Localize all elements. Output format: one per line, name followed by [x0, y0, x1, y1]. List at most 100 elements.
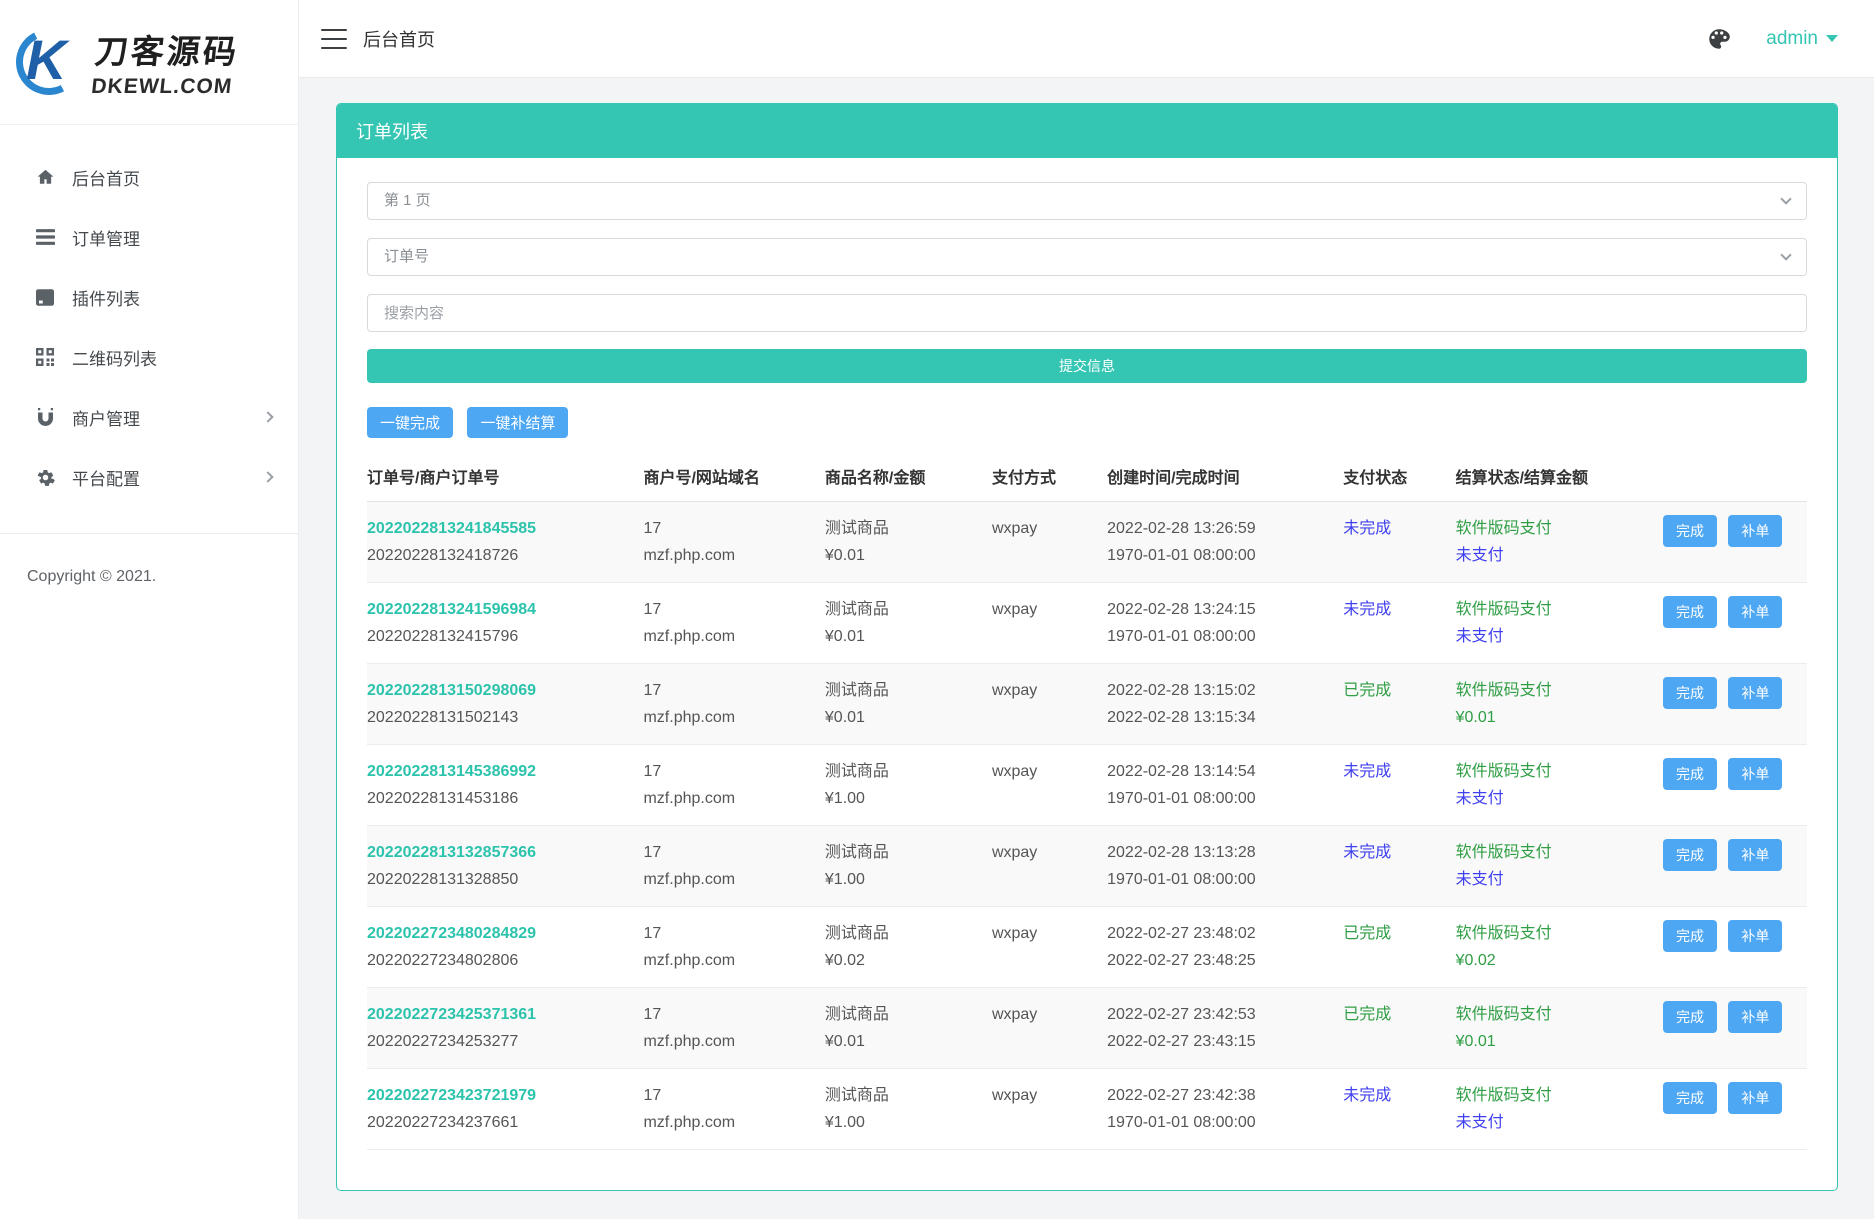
- bulk-settle-button[interactable]: 一键补结算: [467, 407, 568, 438]
- supplement-order-button[interactable]: 补单: [1728, 758, 1782, 790]
- supplement-order-button[interactable]: 补单: [1728, 1001, 1782, 1033]
- orders-table: 订单号/商户订单号 商户号/网站域名 商品名称/金额 支付方式 创建时间/完成时…: [367, 452, 1807, 1150]
- order-list-panel: 订单列表 第 1 页 订单号 提交信息 一键完成 一键补结算: [336, 103, 1838, 1191]
- brand-domain: DKEWL.COM: [90, 75, 237, 99]
- col-order-number: 订单号/商户订单号: [367, 452, 643, 502]
- completed-time: 1970-01-01 08:00:00: [1107, 785, 1337, 812]
- col-pay-status: 支付状态: [1343, 452, 1455, 502]
- order-number-link[interactable]: 2022022813241845585: [367, 515, 637, 542]
- settle-channel: 软件版码支付: [1456, 920, 1657, 947]
- username: admin: [1766, 28, 1818, 50]
- table-row: 2022022723425371361 20220227234253277 17…: [367, 988, 1807, 1069]
- settle-amount: ¥0.02: [1456, 947, 1657, 974]
- sidebar-item-label: 商户管理: [72, 405, 140, 430]
- breadcrumb: 后台首页: [363, 26, 435, 52]
- search-field-select[interactable]: 订单号: [367, 238, 1807, 276]
- brand-logo-letter: K: [26, 27, 66, 92]
- table-row: 2022022813241845585 20220228132418726 17…: [367, 502, 1807, 583]
- order-number-link[interactable]: 2022022723480284829: [367, 920, 637, 947]
- complete-button[interactable]: 完成: [1663, 1082, 1717, 1114]
- brand-logo[interactable]: K 刀客源码 DKEWL.COM: [0, 0, 298, 125]
- complete-button[interactable]: 完成: [1663, 839, 1717, 871]
- complete-button[interactable]: 完成: [1663, 1001, 1717, 1033]
- complete-button[interactable]: 完成: [1663, 677, 1717, 709]
- pay-status: 未完成: [1343, 758, 1449, 785]
- sidebar-item-label: 订单管理: [72, 225, 140, 250]
- sidebar-toggle-icon[interactable]: [321, 29, 347, 49]
- merchant-id: 17: [643, 596, 818, 623]
- order-number-link[interactable]: 2022022813241596984: [367, 596, 637, 623]
- completed-time: 1970-01-01 08:00:00: [1107, 623, 1337, 650]
- supplement-order-button[interactable]: 补单: [1728, 920, 1782, 952]
- brand-text: 刀客源码 DKEWL.COM: [90, 25, 242, 99]
- theme-palette-icon[interactable]: [1704, 24, 1734, 54]
- product-name: 测试商品: [825, 839, 986, 866]
- sidebar-item-home[interactable]: 后台首页: [0, 147, 298, 207]
- site-domain: mzf.php.com: [643, 623, 818, 650]
- main-content: 订单列表 第 1 页 订单号 提交信息 一键完成 一键补结算: [299, 78, 1874, 1219]
- settle-amount: 未支付: [1456, 623, 1657, 650]
- site-domain: mzf.php.com: [643, 1028, 818, 1055]
- col-merchant: 商户号/网站域名: [643, 452, 824, 502]
- supplement-order-button[interactable]: 补单: [1728, 515, 1782, 547]
- order-number-link[interactable]: 2022022813132857366: [367, 839, 637, 866]
- complete-button[interactable]: 完成: [1663, 515, 1717, 547]
- bulk-complete-button[interactable]: 一键完成: [367, 407, 453, 438]
- table-row: 2022022813132857366 20220228131328850 17…: [367, 826, 1807, 907]
- supplement-order-button[interactable]: 补单: [1728, 677, 1782, 709]
- col-settle-status: 结算状态/结算金额: [1456, 452, 1663, 502]
- complete-button[interactable]: 完成: [1663, 596, 1717, 628]
- merchant-order-number: 20220228131328850: [367, 866, 637, 893]
- complete-button[interactable]: 完成: [1663, 920, 1717, 952]
- gear-icon: [33, 467, 57, 487]
- sidebar-item-plugins[interactable]: 插件列表: [0, 267, 298, 327]
- order-amount: ¥0.02: [825, 947, 986, 974]
- hdd-icon: [33, 287, 57, 307]
- complete-button[interactable]: 完成: [1663, 758, 1717, 790]
- list-icon: [33, 227, 57, 247]
- completed-time: 2022-02-27 23:48:25: [1107, 947, 1337, 974]
- settle-amount: ¥0.01: [1456, 1028, 1657, 1055]
- table-row: 2022022813150298069 20220228131502143 17…: [367, 664, 1807, 745]
- order-amount: ¥0.01: [825, 1028, 986, 1055]
- pay-status: 已完成: [1343, 1001, 1449, 1028]
- settle-channel: 软件版码支付: [1456, 515, 1657, 542]
- order-number-link[interactable]: 2022022723425371361: [367, 1001, 637, 1028]
- created-time: 2022-02-28 13:14:54: [1107, 758, 1337, 785]
- settle-amount: 未支付: [1456, 542, 1657, 569]
- col-pay-method: 支付方式: [992, 452, 1107, 502]
- sidebar-item-merchants[interactable]: 商户管理: [0, 387, 298, 447]
- product-name: 测试商品: [825, 677, 986, 704]
- search-input[interactable]: [367, 294, 1807, 332]
- col-product: 商品名称/金额: [825, 452, 992, 502]
- pay-method: wxpay: [992, 920, 1101, 947]
- supplement-order-button[interactable]: 补单: [1728, 839, 1782, 871]
- page-select[interactable]: 第 1 页: [367, 182, 1807, 220]
- table-row: 2022022723480284829 20220227234802806 17…: [367, 907, 1807, 988]
- order-number-link[interactable]: 2022022723423721979: [367, 1082, 637, 1109]
- order-amount: ¥0.01: [825, 542, 986, 569]
- sidebar-item-platform-config[interactable]: 平台配置: [0, 447, 298, 507]
- order-amount: ¥1.00: [825, 785, 986, 812]
- settle-channel: 软件版码支付: [1456, 839, 1657, 866]
- pay-method: wxpay: [992, 1082, 1101, 1109]
- created-time: 2022-02-27 23:42:53: [1107, 1001, 1337, 1028]
- user-dropdown[interactable]: admin: [1766, 28, 1838, 50]
- pay-status: 已完成: [1343, 677, 1449, 704]
- table-row: 2022022723423721979 20220227234237661 17…: [367, 1069, 1807, 1150]
- merchant-id: 17: [643, 758, 818, 785]
- order-number-link[interactable]: 2022022813145386992: [367, 758, 637, 785]
- product-name: 测试商品: [825, 920, 986, 947]
- panel-title: 订单列表: [337, 104, 1837, 158]
- table-header-row: 订单号/商户订单号 商户号/网站域名 商品名称/金额 支付方式 创建时间/完成时…: [367, 452, 1807, 502]
- pay-method: wxpay: [992, 596, 1101, 623]
- sidebar-item-qrcodes[interactable]: 二维码列表: [0, 327, 298, 387]
- supplement-order-button[interactable]: 补单: [1728, 1082, 1782, 1114]
- settle-channel: 软件版码支付: [1456, 1001, 1657, 1028]
- sidebar-item-orders[interactable]: 订单管理: [0, 207, 298, 267]
- order-number-link[interactable]: 2022022813150298069: [367, 677, 637, 704]
- created-time: 2022-02-28 13:26:59: [1107, 515, 1337, 542]
- supplement-order-button[interactable]: 补单: [1728, 596, 1782, 628]
- submit-button[interactable]: 提交信息: [367, 349, 1807, 383]
- settle-channel: 软件版码支付: [1456, 677, 1657, 704]
